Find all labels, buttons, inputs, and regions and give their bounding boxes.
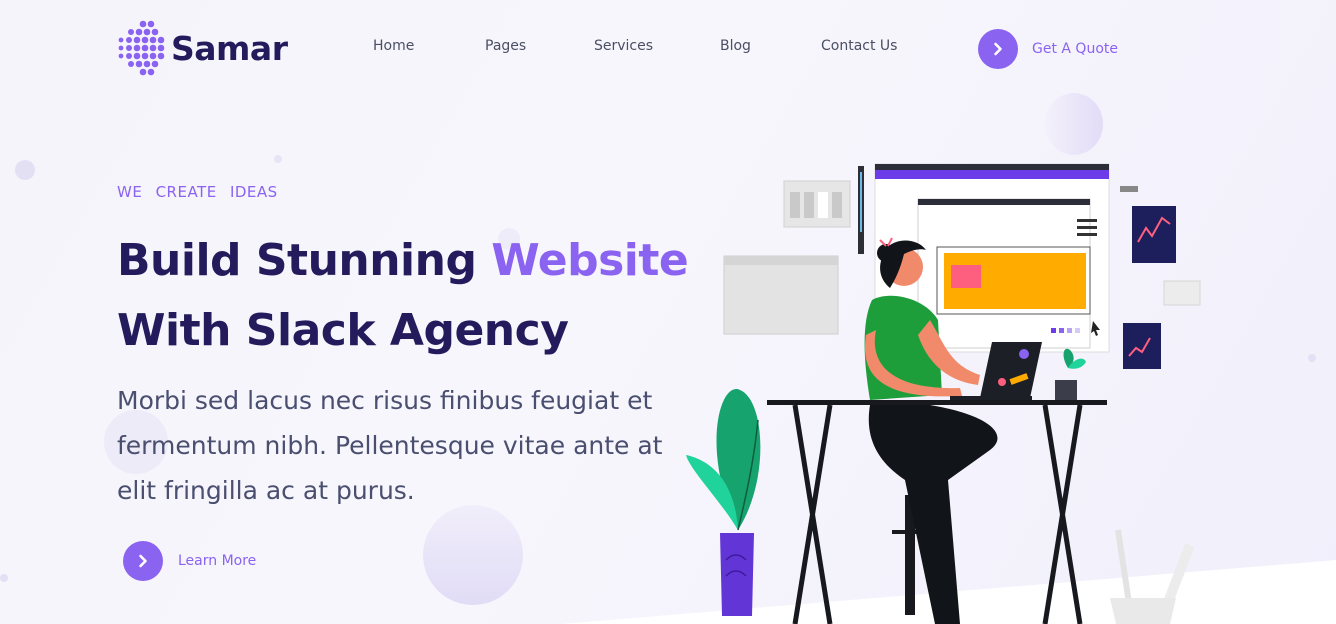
nav-item-pages[interactable]: Pages (485, 38, 526, 54)
chevron-right-icon (123, 541, 163, 581)
get-a-quote-button[interactable]: Get A Quote (978, 29, 1118, 69)
brand-logo[interactable]: Samar (117, 20, 288, 76)
nav-item-home[interactable]: Home (373, 38, 414, 54)
decor-bubble (423, 505, 523, 605)
hero-description: Morbi sed lacus nec risus finibus feugia… (117, 386, 663, 505)
learn-more-label: Learn More (178, 553, 257, 569)
decor-bubble (1308, 354, 1316, 362)
landing-page: Samar Home Pages Services Blog Contact U… (0, 0, 1336, 624)
get-a-quote-label: Get A Quote (1032, 41, 1118, 57)
nav-item-blog[interactable]: Blog (720, 38, 751, 54)
brand-name: Samar (171, 28, 288, 68)
decor-bubble (0, 574, 8, 582)
nav-item-services[interactable]: Services (594, 38, 653, 54)
desk-plant-icon (1055, 348, 1086, 400)
chevron-right-icon (978, 29, 1018, 69)
hero-eyebrow: WE CREATE IDEAS (117, 183, 278, 201)
decor-bubble (1045, 93, 1103, 155)
headline-accent: Website (491, 235, 689, 286)
hero-illustration (686, 163, 1201, 624)
pen-cup-icon (1110, 529, 1195, 624)
browser-card-icon (723, 255, 839, 335)
floating-card-icon (783, 180, 851, 228)
plant-icon (686, 389, 761, 616)
headline-part-1: Build Stunning (117, 235, 492, 286)
logo-icon (118, 20, 165, 76)
nav-item-contact-us[interactable]: Contact Us (821, 38, 897, 54)
hero-headline: Build Stunning Website With Slack Agency (117, 226, 697, 366)
decor-bubble (15, 160, 35, 180)
headline-part-2: With Slack Agency (117, 305, 569, 356)
learn-more-button[interactable]: Learn More (123, 541, 256, 581)
decor-bubble (274, 155, 282, 163)
